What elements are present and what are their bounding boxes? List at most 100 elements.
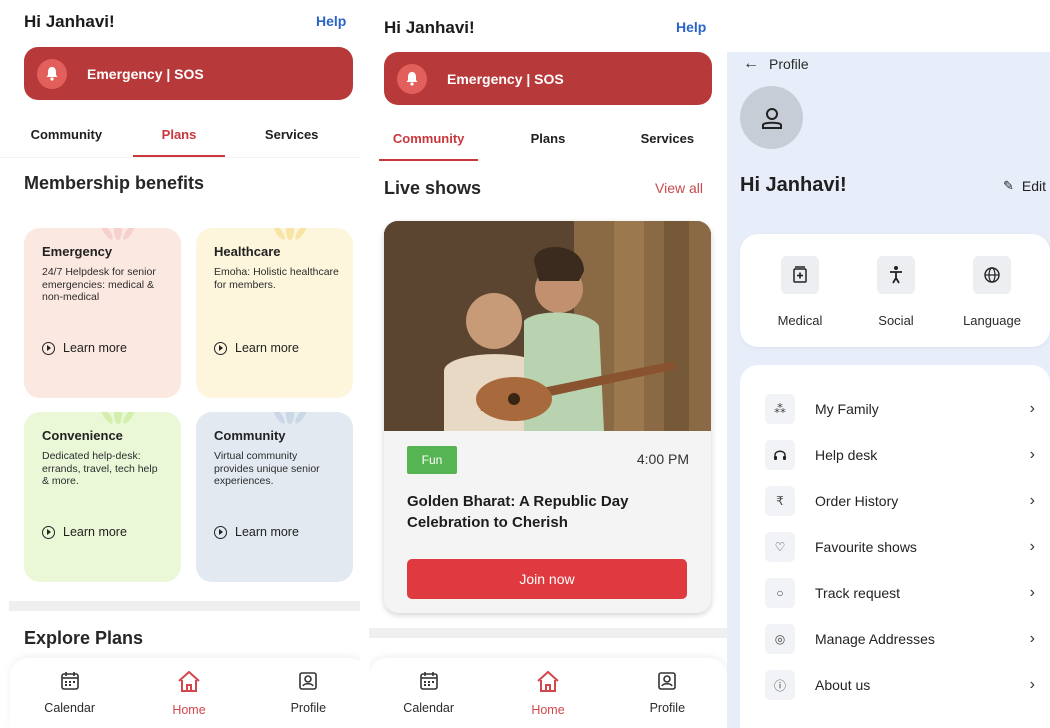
nav-calendar[interactable]: Calendar	[369, 658, 488, 728]
nav-label: Profile	[290, 701, 327, 715]
pencil-icon: ✎	[1002, 178, 1014, 193]
section-divider	[369, 628, 727, 638]
learn-more-label: Learn more	[63, 341, 127, 355]
community-screen: Hi Janhavi! Help Emergency | SOS Communi…	[369, 0, 727, 728]
menu-label: My Family	[815, 401, 879, 417]
card-title: Convenience	[42, 428, 123, 443]
menu-item-manage-addresses[interactable]: ◎ Manage Addresses ›	[765, 616, 1035, 662]
learn-more-link[interactable]: Learn more	[214, 341, 299, 355]
globe-icon	[973, 256, 1011, 294]
pref-label: Social	[878, 313, 914, 328]
family-icon: ⁂	[765, 394, 795, 424]
chevron-right-icon: ›	[1029, 492, 1035, 509]
benefit-card-emergency[interactable]: Emergency 24/7 Helpdesk for senior emerg…	[24, 228, 181, 398]
menu-label: Manage Addresses	[815, 631, 935, 647]
section-title: Live shows	[384, 178, 482, 198]
menu-label: Track request	[815, 585, 901, 601]
nav-label: Home	[531, 703, 565, 717]
profile-icon	[299, 672, 318, 690]
track-icon: ○	[765, 578, 795, 608]
bottom-nav: Calendar Home Profile	[10, 658, 360, 728]
play-circle-icon	[214, 525, 227, 539]
learn-more-label: Learn more	[235, 341, 299, 355]
nav-label: Profile	[649, 701, 686, 715]
tab-bar: Community Plans Services	[369, 119, 727, 161]
edit-label: Edit	[1021, 178, 1046, 194]
tab-community[interactable]: Community	[10, 115, 123, 155]
show-photo	[384, 221, 711, 431]
tab-plans[interactable]: Plans	[488, 119, 607, 159]
home-icon	[178, 670, 200, 692]
learn-more-link[interactable]: Learn more	[42, 341, 127, 355]
benefit-card-community[interactable]: Community Virtual community provides uni…	[196, 412, 353, 582]
play-circle-icon	[42, 525, 55, 539]
menu-label: Help desk	[815, 447, 878, 463]
card-description: Emoha: Holistic healthcare for members.	[214, 266, 339, 291]
sos-button[interactable]: Emergency | SOS	[24, 47, 353, 100]
pref-label: Language	[963, 313, 1021, 328]
nav-label: Calendar	[44, 701, 96, 715]
help-link[interactable]: Help	[316, 13, 346, 29]
menu-item-track-request[interactable]: ○ Track request ›	[765, 570, 1035, 616]
pref-label: Medical	[777, 313, 823, 328]
back-button[interactable]: ← Profile	[743, 55, 809, 73]
menu-item-help-desk[interactable]: Help desk ›	[765, 432, 1035, 478]
greeting: Hi Janhavi!	[384, 18, 475, 37]
sos-label: Emergency | SOS	[447, 70, 564, 87]
plans-screen: Hi Janhavi! Help Emergency | SOS Communi…	[0, 0, 360, 728]
avatar[interactable]	[740, 86, 803, 149]
tab-plans[interactable]: Plans	[123, 115, 236, 157]
card-description: 24/7 Helpdesk for senior emergencies: me…	[42, 266, 156, 303]
card-description: Virtual community provides unique senior…	[214, 450, 320, 487]
learn-more-link[interactable]: Learn more	[214, 525, 299, 539]
calendar-icon	[60, 672, 79, 690]
nav-label: Home	[172, 703, 206, 717]
nav-home[interactable]: Home	[129, 658, 248, 728]
help-link[interactable]: Help	[676, 19, 706, 35]
nav-calendar[interactable]: Calendar	[10, 658, 129, 728]
view-all-link[interactable]: View all	[655, 180, 703, 196]
benefit-card-convenience[interactable]: Convenience Dedicated help-desk: errands…	[24, 412, 181, 582]
bell-icon	[397, 63, 427, 94]
live-show-card[interactable]: Fun 4:00 PM Golden Bharat: A Republic Da…	[384, 221, 711, 613]
nav-home[interactable]: Home	[488, 658, 607, 728]
medical-icon	[781, 256, 819, 294]
card-title: Emergency	[42, 244, 113, 259]
home-icon	[537, 670, 559, 692]
user-icon	[761, 107, 782, 129]
menu-item-my-family[interactable]: ⁂ My Family ›	[765, 386, 1035, 432]
tab-services[interactable]: Services	[235, 115, 348, 155]
nav-profile[interactable]: Profile	[249, 658, 360, 728]
profile-greeting: Hi Janhavi!	[740, 174, 847, 196]
pref-language[interactable]: Language	[952, 256, 1032, 328]
edit-button[interactable]: ✎ Edit	[1003, 178, 1046, 194]
menu-item-order-history[interactable]: ₹ Order History ›	[765, 478, 1035, 524]
show-title: Golden Bharat: A Republic Day Celebratio…	[407, 493, 629, 531]
back-label: Profile	[769, 56, 809, 72]
benefit-card-healthcare[interactable]: Healthcare Emoha: Holistic healthcare fo…	[196, 228, 353, 398]
play-circle-icon	[214, 341, 227, 355]
sos-label: Emergency | SOS	[87, 65, 204, 82]
tab-bar: Community Plans Services	[10, 115, 348, 157]
chevron-right-icon: ›	[1029, 676, 1035, 693]
section-divider	[9, 601, 360, 611]
back-arrow-icon: ←	[743, 55, 759, 72]
join-now-button[interactable]: Join now	[407, 559, 687, 599]
menu-item-about-us[interactable]: ⓘ About us ›	[765, 662, 1035, 708]
profile-icon	[658, 672, 677, 690]
profile-menu: ⁂ My Family › Help desk › ₹ Order Histor…	[740, 365, 1050, 728]
bell-icon	[37, 58, 67, 89]
rupee-icon: ₹	[765, 486, 795, 516]
explore-plans-title: Explore Plans	[24, 628, 144, 648]
learn-more-link[interactable]: Learn more	[42, 525, 127, 539]
tab-services[interactable]: Services	[608, 119, 727, 159]
nav-profile[interactable]: Profile	[608, 658, 727, 728]
menu-label: About us	[815, 677, 871, 693]
tab-community[interactable]: Community	[369, 119, 488, 161]
headset-icon	[765, 440, 795, 470]
menu-item-favourite-shows[interactable]: ♡ Favourite shows ›	[765, 524, 1035, 570]
pref-medical[interactable]: Medical	[760, 256, 840, 328]
tag-badge: Fun	[407, 446, 457, 474]
sos-button[interactable]: Emergency | SOS	[384, 52, 712, 105]
pref-social[interactable]: Social	[856, 256, 936, 328]
